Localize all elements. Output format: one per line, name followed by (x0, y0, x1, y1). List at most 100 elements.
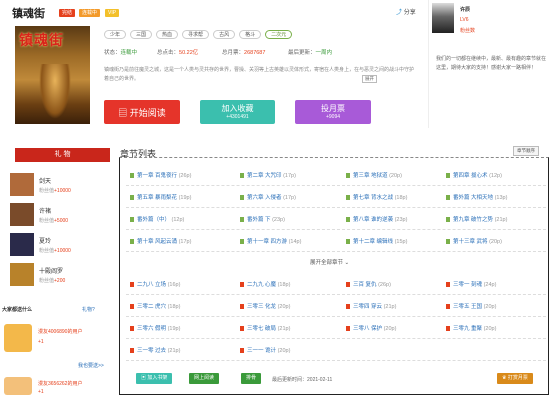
chapter-title: 番外篇 大相天地 (453, 195, 494, 201)
chapter-icon (240, 348, 244, 354)
chapter-item[interactable]: 第五章 暴雨梨花 (19p) (130, 193, 191, 201)
gift-item[interactable]: 夏玲 粉丝值+10000 (10, 233, 105, 257)
chapter-title: 第四章 拔心术 (453, 173, 488, 179)
tag[interactable]: 三国 (130, 30, 153, 39)
add-shelf-button[interactable]: ▣ 加入书架 (136, 373, 173, 384)
add-favorite-button[interactable]: 加入收藏 +4301491 (200, 100, 275, 124)
chapter-item[interactable]: 第二章 大咒印 (17p) (240, 171, 296, 179)
chapter-pages: (20p) (489, 239, 502, 245)
cover-figure (39, 64, 71, 119)
chapter-pages: (26p) (178, 173, 192, 179)
chapter-icon (446, 173, 450, 179)
tag[interactable]: 格斗 (239, 30, 262, 39)
chapter-title: 三零一 刻魂 (453, 282, 483, 288)
chapter-item[interactable]: 三零一 刻魂 (24p) (446, 280, 496, 288)
chapter-item[interactable]: 第七章 背水之战 (18p) (346, 193, 407, 201)
chapter-item[interactable]: 第六章 入侵者 (17p) (240, 193, 296, 201)
author-avatar[interactable] (432, 3, 454, 33)
chapter-icon (240, 239, 244, 245)
chapter-pages: (20p) (277, 304, 291, 310)
start-reading-button[interactable]: ▤ 开始阅读 (104, 100, 180, 124)
chapter-item[interactable]: 三百 复仇 (26p) (346, 280, 391, 288)
gift-image (10, 263, 34, 286)
sort-button[interactable]: 排骨 (241, 373, 262, 384)
click-info: 总点击：50.22亿 (157, 50, 199, 56)
tag[interactable]: 少年 (104, 30, 127, 39)
gift-image (10, 233, 34, 256)
gift-item[interactable]: 许褚 粉丝值+5000 (10, 203, 105, 227)
fan-name[interactable]: 漫友4006890的用户 (38, 328, 82, 335)
gift-image (10, 173, 34, 196)
send-gift-link[interactable]: 我也要送>> (78, 362, 104, 369)
chapter-item[interactable]: 三零九 重聚 (20p) (446, 324, 496, 332)
chapter-item[interactable]: 第四章 拔心术 (12p) (446, 171, 502, 179)
tag-list: 少年 三国 热血 寻求帮 古风 格斗 二次元 (104, 30, 293, 39)
chapter-pages: (16p) (167, 282, 181, 288)
chapter-item[interactable]: 第八章 谁的逆袭 (23p) (346, 215, 407, 223)
chapter-title: 第一章 百鬼夜行 (137, 173, 178, 179)
expand-chapters-button[interactable]: 展开全部章节 ⌄ (310, 258, 349, 266)
author-level: LV6 (460, 17, 469, 23)
chapter-item[interactable]: 第十一章 四方游 (14p) (240, 237, 301, 245)
fans-label[interactable]: 粉丝数 (460, 27, 475, 34)
chapter-item[interactable]: 三零四 穿云 (21p) (346, 302, 396, 310)
fan-name[interactable]: 漫友3656262的用户 (38, 380, 82, 387)
tag[interactable]: 寻求帮 (182, 30, 210, 39)
chapter-item[interactable]: 第三章 地狱道 (20p) (346, 171, 402, 179)
gift-header: 礼 物 (15, 148, 110, 162)
gift-item[interactable]: 十殿阎罗 粉丝值+200 (10, 263, 105, 287)
chapter-item[interactable]: 三零六 假明 (19p) (130, 324, 180, 332)
chapter-title: 三零四 穿云 (353, 304, 383, 310)
chapter-icon (130, 282, 134, 288)
book-cover[interactable]: 镇魂街 (15, 26, 90, 124)
chapter-icon (130, 195, 134, 201)
chapter-item[interactable]: 三一一 诡计 (20p) (240, 346, 290, 354)
tag[interactable]: 古风 (213, 30, 236, 39)
vip-badge: VIP (105, 9, 120, 17)
chapter-title: 三零八 保护 (353, 326, 383, 332)
chapter-item[interactable]: 番外篇（中） (12p) (130, 215, 184, 223)
chapter-icon (240, 304, 244, 310)
chapter-item[interactable]: 三一零 过去 (21p) (130, 346, 180, 354)
chapter-item[interactable]: 番外篇 下 (23p) (240, 215, 285, 223)
chapter-item[interactable]: 三零三 化龙 (20p) (240, 302, 290, 310)
chapter-item[interactable]: 三零二 虎穴 (18p) (130, 302, 180, 310)
chapter-item[interactable]: 第十章 风起云涌 (17p) (130, 237, 191, 245)
gift-link[interactable]: 礼物? (82, 306, 95, 313)
chapter-item[interactable]: 第十三章 武将 (20p) (446, 237, 502, 245)
chapter-pages: (15p) (394, 239, 408, 245)
chapter-title: 三零七 破局 (247, 326, 277, 332)
monthly-vote-button[interactable]: 投月票 +9094 (295, 100, 371, 124)
expand-description-button[interactable]: 展开 (362, 75, 377, 83)
chapter-title: 第十三章 武将 (453, 239, 488, 245)
sort-chapters-button[interactable]: 章节顺序 (513, 146, 539, 156)
fan-avatar (4, 377, 32, 395)
tag[interactable]: 二次元 (265, 30, 293, 39)
chapter-icon (346, 326, 350, 332)
cover-title: 镇魂街 (19, 32, 64, 48)
chapter-item[interactable]: 三零八 保护 (20p) (346, 324, 396, 332)
chapter-icon (240, 217, 244, 223)
tag[interactable]: 热血 (156, 30, 179, 39)
chapter-item[interactable]: 三零七 破局 (21p) (240, 324, 290, 332)
chapter-item[interactable]: 番外篇 大相天地 (13p) (446, 193, 507, 201)
chapter-pages: (21p) (494, 217, 508, 223)
last-update: 最后更新时间：2021-02-11 (272, 377, 333, 383)
chapter-item[interactable]: 第一章 百鬼夜行 (26p) (130, 171, 191, 179)
chapter-item[interactable]: 二九九 心魔 (18p) (240, 280, 290, 288)
online-read-button[interactable]: 网上阅读 (189, 373, 220, 384)
reward-vote-button[interactable]: ♛ 打赏月票 (497, 373, 533, 384)
chapter-icon (130, 304, 134, 310)
chapter-pages: (17p) (283, 173, 296, 179)
chapter-item[interactable]: 三零五 王国 (20p) (446, 302, 496, 310)
book-title: 镇魂街 (12, 8, 45, 20)
chapter-item[interactable]: 第九章 破竹之势 (21p) (446, 215, 507, 223)
chapter-title: 三零五 王国 (453, 304, 483, 310)
chapter-icon (130, 348, 134, 354)
chapter-pages: (14p) (288, 239, 302, 245)
share-button[interactable]: ⤴ 分享 (396, 7, 416, 16)
gift-item[interactable]: 剑天 粉丝值+10000 (10, 173, 105, 197)
chapter-item[interactable]: 二九八 立场 (16p) (130, 280, 180, 288)
chapter-pages: (19p) (167, 326, 181, 332)
chapter-item[interactable]: 第十二章 编辑线 (15p) (346, 237, 407, 245)
